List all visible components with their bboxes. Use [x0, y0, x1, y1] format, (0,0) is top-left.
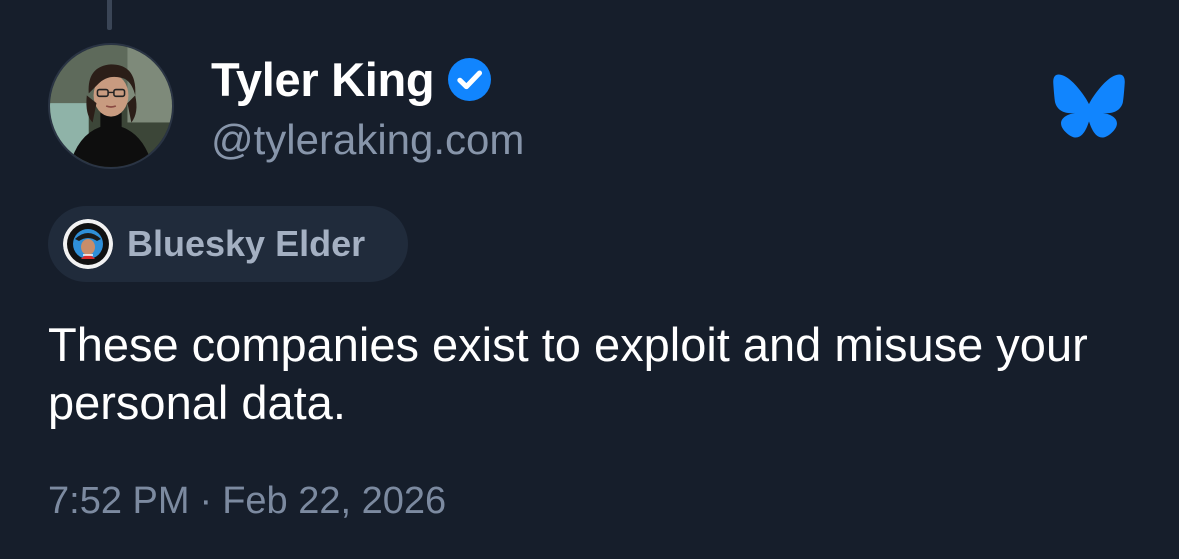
user-badge-pill[interactable]: Bluesky Elder: [48, 206, 408, 282]
post-time: 7:52 PM: [48, 480, 190, 522]
author-avatar[interactable]: [48, 43, 174, 169]
timestamp-separator: ·: [199, 480, 213, 522]
author-name-row: Tyler King: [211, 52, 492, 106]
post-body-text: These companies exist to exploit and mis…: [48, 318, 1088, 429]
author-display-name[interactable]: Tyler King: [211, 56, 435, 103]
badge-avatar-icon: [63, 219, 113, 269]
thread-connector-line: [107, 0, 112, 30]
verified-check-icon[interactable]: [448, 57, 492, 101]
author-handle[interactable]: @tyleraking.com: [211, 119, 524, 161]
post-timestamp[interactable]: 7:52 PM · Feb 22, 2026: [48, 482, 446, 520]
post-date: Feb 22, 2026: [222, 480, 447, 522]
badge-label: Bluesky Elder: [127, 223, 366, 264]
bluesky-butterfly-icon: [1052, 73, 1126, 139]
